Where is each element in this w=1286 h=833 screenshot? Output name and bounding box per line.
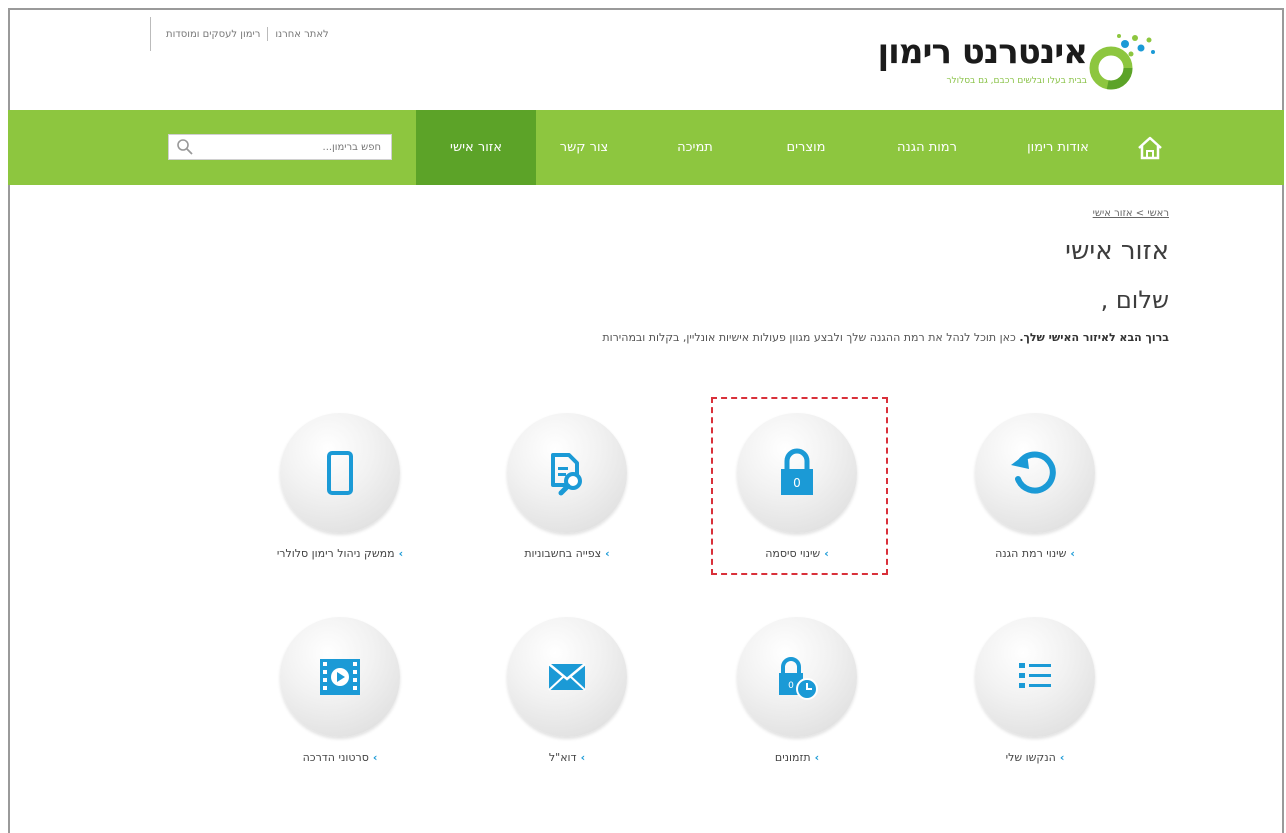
tile-label: סרטוני הדרכה <box>302 751 369 764</box>
nav-item-personal-area[interactable]: אזור אישי <box>416 110 536 185</box>
tile-label: דוא"ל <box>548 751 577 764</box>
chevron-icon: › <box>580 751 586 764</box>
mobile-phone-icon <box>327 451 353 495</box>
tile-my-subscriptions[interactable]: ›הנקשו שלי <box>945 617 1125 764</box>
highlight-box <box>711 397 888 575</box>
top-links: לאתר אחרנו רימון לעסקים ומוסדות <box>150 16 336 52</box>
tile-label: הנקשו שלי <box>1005 751 1056 764</box>
tile-label: צפייה בחשבוניות <box>524 547 602 560</box>
top-link-other-site[interactable]: לאתר אחרנו <box>268 29 335 40</box>
tile-training-videos[interactable]: ›סרטוני הדרכה <box>250 617 430 764</box>
nav-item-contact[interactable]: צור קשר <box>544 110 624 185</box>
tile-label: תזמונים <box>774 751 811 764</box>
tile-circle <box>507 413 627 533</box>
tile-circle <box>975 617 1095 737</box>
logo-tagline: בבית בעלו ובלשים רכבם, גם בסלולר <box>946 76 1087 86</box>
home-icon[interactable] <box>1136 134 1164 162</box>
nav-item-protection-levels[interactable]: רמות הגנה <box>882 110 972 185</box>
tile-circle: 0 <box>737 617 857 737</box>
chevron-icon: › <box>1070 547 1075 560</box>
tile-email[interactable]: ›דוא"ל <box>477 617 657 764</box>
video-film-icon <box>320 659 360 695</box>
tile-circle <box>280 413 400 533</box>
site-logo[interactable]: אינטרנט רימון בבית בעלו ובלשים רכבם, גם … <box>865 22 1159 90</box>
search-icon[interactable] <box>175 138 195 156</box>
intro-bold: ברוך הבא לאיזור האישי שלך. <box>1019 331 1169 344</box>
nav-item-products[interactable]: מוצרים <box>766 110 846 185</box>
greeting: שלום , <box>1100 286 1169 314</box>
list-icon <box>1019 663 1051 688</box>
nav-item-support[interactable]: תמיכה <box>658 110 732 185</box>
lock-clock-icon: 0 <box>779 657 818 700</box>
top-link-business[interactable]: רימון לעסקים ומוסדות <box>159 29 267 40</box>
divider <box>150 17 151 51</box>
invoice-search-icon <box>551 453 582 496</box>
intro-text: ברוך הבא לאיזור האישי שלך. כאן תוכל לנהל… <box>602 331 1169 344</box>
chevron-icon: › <box>372 751 378 764</box>
breadcrumb[interactable]: ראשי > אזור אישי <box>1093 208 1169 219</box>
tile-circle <box>975 413 1095 533</box>
tile-schedules[interactable]: 0 ›תזמונים <box>707 617 887 764</box>
chevron-icon: › <box>1059 751 1065 764</box>
divider <box>267 27 269 41</box>
tile-label: שינוי רמת הגנה <box>995 547 1067 560</box>
logo-ring-icon <box>1089 34 1155 90</box>
chevron-icon: › <box>605 547 610 560</box>
tile-circle <box>280 617 400 737</box>
nav-item-about[interactable]: אודות רימון <box>1010 110 1106 185</box>
tile-label: ממשק ניהול רימון סלולרי <box>276 547 395 560</box>
search-input[interactable] <box>201 141 381 153</box>
tile-view-invoices[interactable]: ›צפייה בחשבוניות <box>477 413 657 560</box>
main-nav: אודות רימון רמות הגנה מוצרים תמיכה צור ק… <box>8 110 1284 185</box>
svg-text:0: 0 <box>788 681 794 691</box>
logo-text: אינטרנט רימון <box>877 32 1088 72</box>
tile-change-protection-level[interactable]: ›שינוי רמת הגנה <box>945 413 1125 560</box>
tile-circle <box>507 617 627 737</box>
envelope-icon <box>548 663 586 691</box>
refresh-icon <box>1011 451 1056 494</box>
chevron-icon: › <box>398 547 404 560</box>
intro-body: כאן תוכל לנהל את רמת ההגנה שלך ולבצע מגו… <box>602 331 1020 344</box>
page-title: אזור אישי <box>1065 236 1169 266</box>
tile-mobile-management[interactable]: ›ממשק ניהול רימון סלולרי <box>250 413 430 560</box>
search-box <box>168 134 392 160</box>
chevron-icon: › <box>814 751 820 764</box>
